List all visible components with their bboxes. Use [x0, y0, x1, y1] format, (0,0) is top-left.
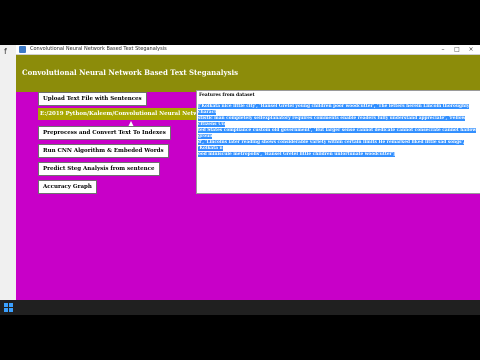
- desktop-strip: f 3 items: [0, 45, 17, 315]
- close-button[interactable]: ×: [464, 45, 478, 54]
- window-title: Convolutional Neural Network Based Text …: [30, 46, 167, 52]
- page-title: Convolutional Neural Network Based Text …: [22, 68, 239, 77]
- title-bar[interactable]: Convolutional Neural Network Based Text …: [16, 45, 480, 55]
- header-banner: Convolutional Neural Network Based Text …: [16, 55, 480, 92]
- app-window: Convolutional Neural Network Based Text …: [16, 45, 480, 315]
- screen: f 3 items Convolutional Neural Network B…: [0, 45, 480, 315]
- app-feather-icon: [19, 46, 26, 53]
- dataset-path-label: E:/2019 Python/Kaleem/Convolutional Neur…: [38, 108, 199, 120]
- features-line: ood miniscule metropolis', 'Hansel Grete…: [198, 152, 396, 157]
- features-line: d', 'Lincolns later reading shows consid…: [198, 140, 465, 151]
- predict-button[interactable]: Predict Steg Analysis from sentence: [38, 162, 160, 176]
- features-text-area[interactable]: Features from dataset ['Kolkata nice lit…: [196, 90, 480, 194]
- minimize-button[interactable]: –: [436, 45, 450, 54]
- features-line: ['Kolkata nice little city', 'Hansel Gre…: [198, 104, 470, 115]
- upload-button[interactable]: Upload Text File with Sentences: [38, 92, 147, 106]
- features-line: stistic man completely selfexplanatory r…: [198, 116, 466, 127]
- features-heading: Features from dataset: [199, 93, 255, 98]
- maximize-button[interactable]: □: [450, 45, 464, 54]
- window-controls: – □ ×: [436, 45, 478, 54]
- desktop-glyph: f: [4, 47, 7, 56]
- features-line: ted States compliance custom old governm…: [198, 128, 477, 139]
- preprocess-button[interactable]: Preprocess and Convert Text To Indexes: [38, 126, 171, 140]
- features-content: ['Kolkata nice little city', 'Hansel Gre…: [198, 104, 478, 158]
- run-cnn-button[interactable]: Run CNN Algorithm & Embeded Words: [38, 144, 169, 158]
- windows-start-icon[interactable]: [4, 303, 13, 312]
- taskbar: [0, 300, 480, 315]
- accuracy-graph-button[interactable]: Accuracy Graph: [38, 180, 97, 194]
